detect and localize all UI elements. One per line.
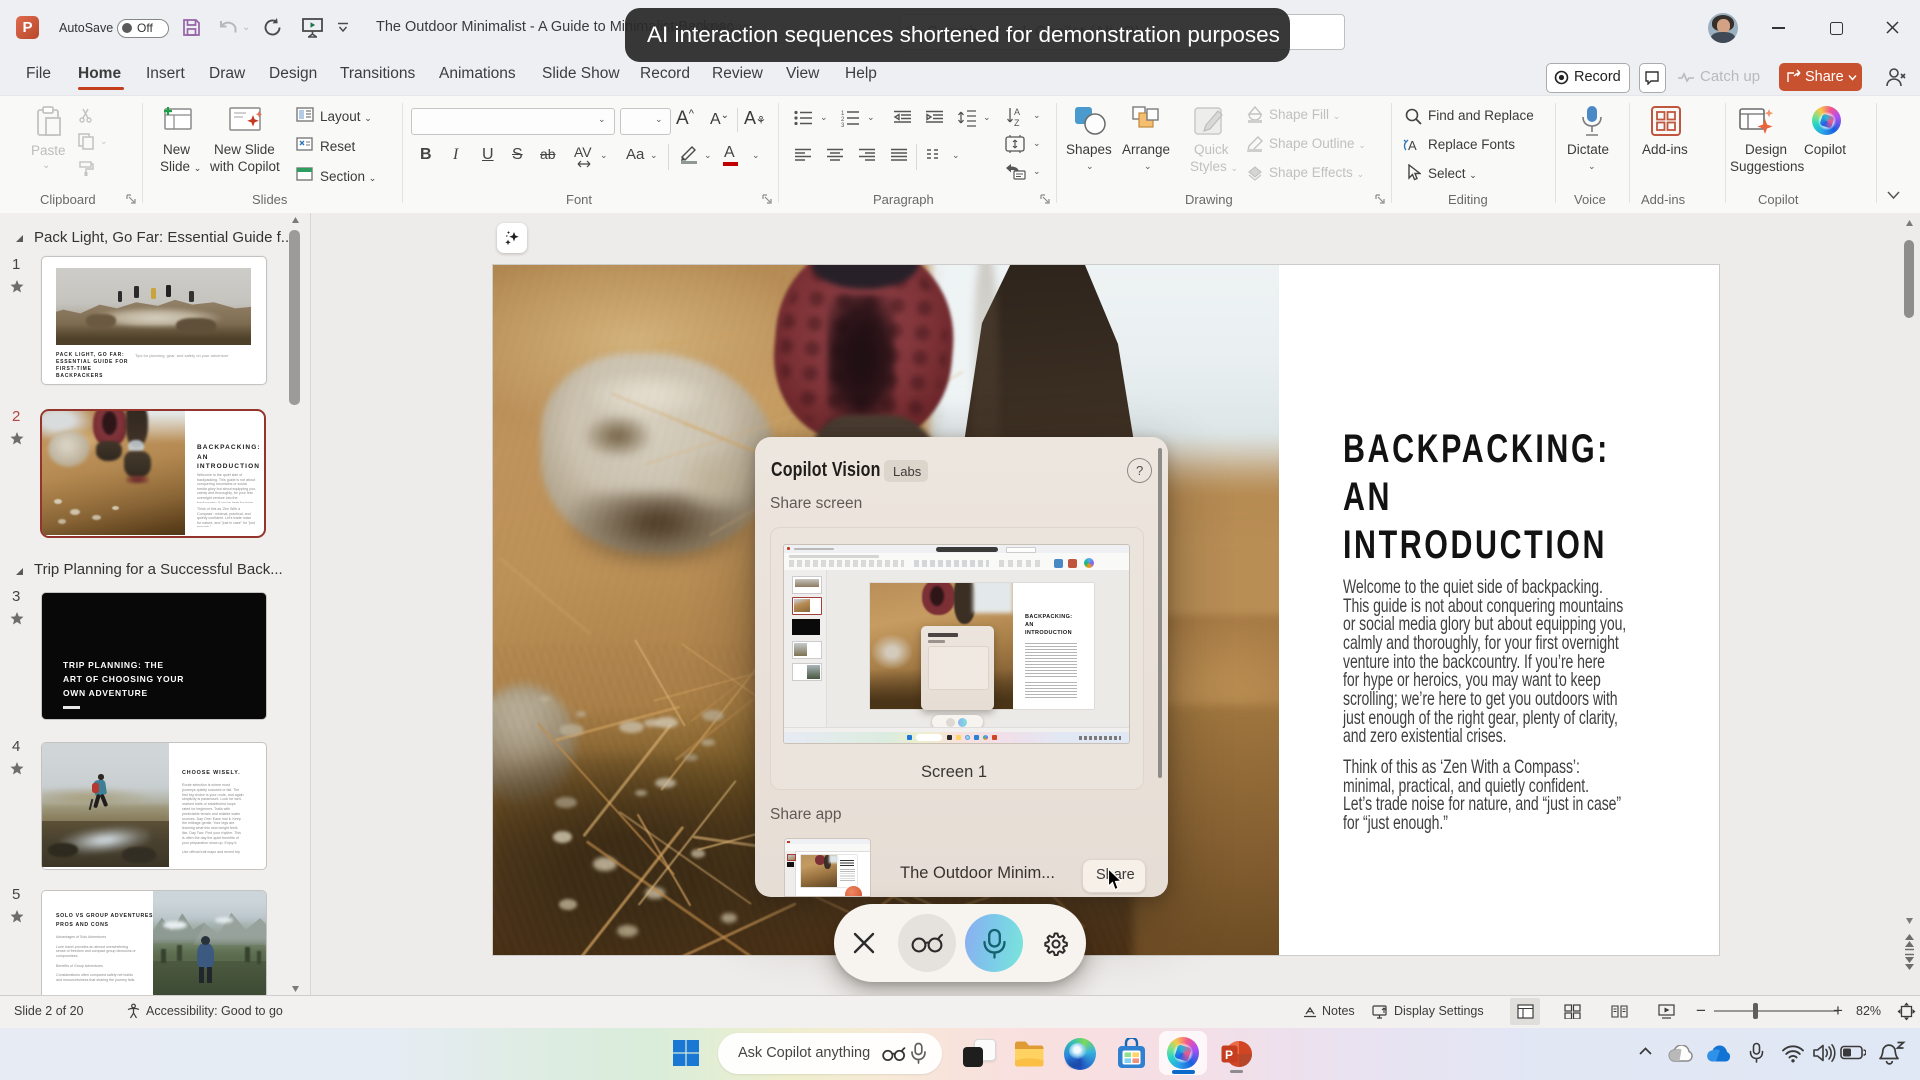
svg-text:A: A bbox=[1014, 107, 1020, 117]
svg-text:P: P bbox=[1225, 1048, 1233, 1062]
svg-text:Z: Z bbox=[1014, 118, 1020, 128]
svg-text:3: 3 bbox=[841, 123, 845, 127]
svg-text:A: A bbox=[1408, 138, 1417, 153]
